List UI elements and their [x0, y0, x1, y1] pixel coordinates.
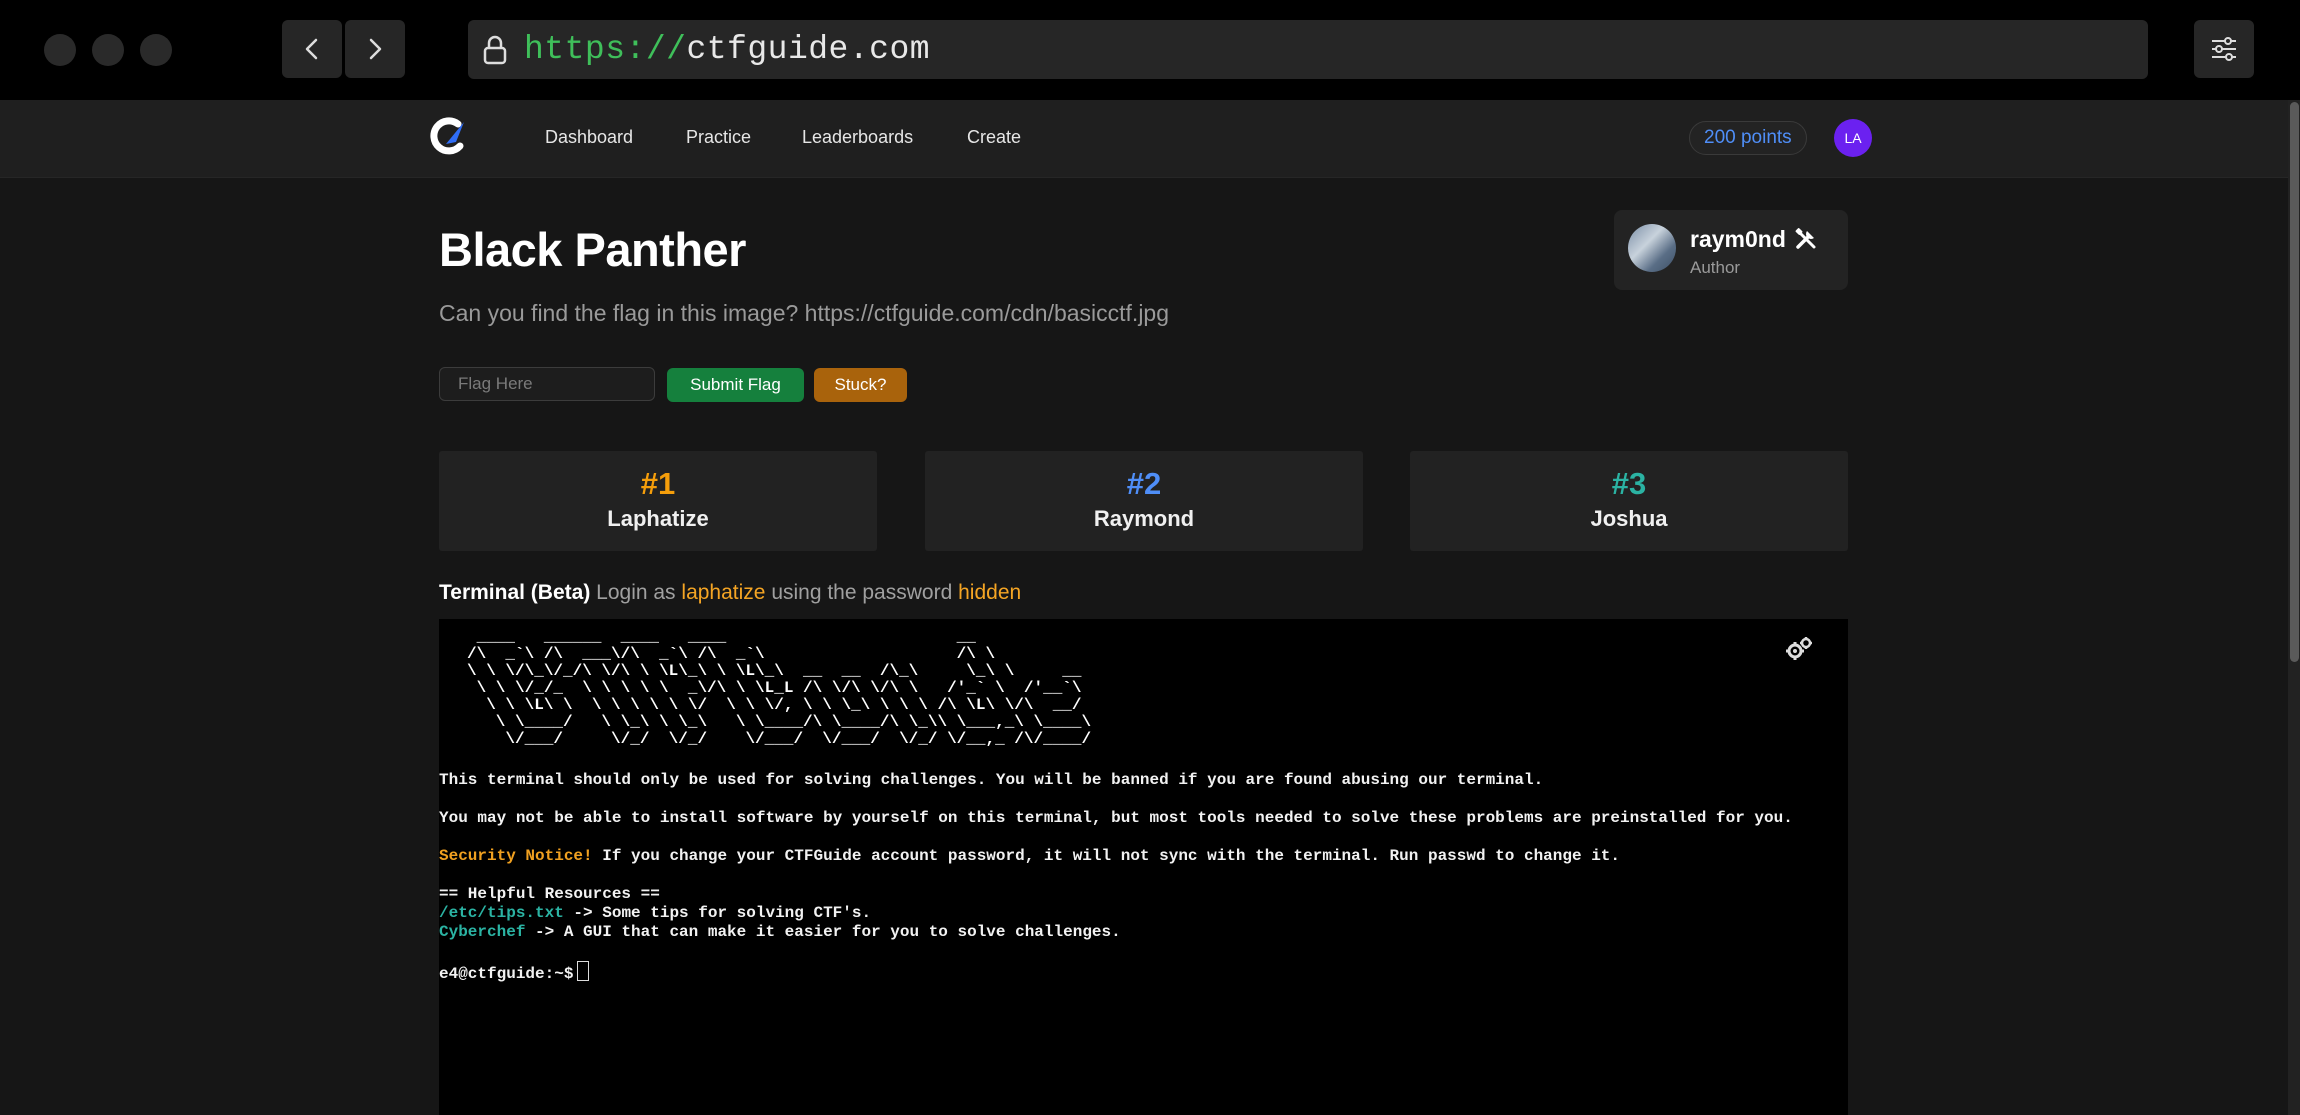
chevron-right-icon — [369, 38, 382, 60]
window-minimize-dot[interactable] — [92, 34, 124, 66]
challenge-description: Can you find the flag in this image? htt… — [439, 300, 1170, 326]
using-password-text: using the password — [771, 581, 953, 604]
terminal-username: laphatize — [681, 581, 766, 604]
rank-name: Laphatize — [607, 506, 709, 531]
terminal-cursor — [577, 961, 590, 981]
nav-leaderboards[interactable]: Leaderboards — [802, 127, 913, 148]
scrollbar-thumb[interactable] — [2290, 102, 2299, 662]
browser-settings-button[interactable] — [2194, 20, 2254, 78]
flag-input[interactable] — [439, 367, 655, 401]
cyberchef-link[interactable]: Cyberchef — [439, 923, 525, 941]
security-text: If you change your CTFGuide account pass… — [592, 847, 1620, 865]
challenge-title: Black Panther — [439, 223, 746, 276]
tips-link[interactable]: /etc/tips.txt — [439, 904, 564, 922]
terminal-label: Terminal (Beta) — [439, 581, 591, 604]
rank-number: #2 — [1126, 466, 1162, 501]
address-bar[interactable]: https://ctfguide.com — [468, 20, 2148, 79]
rank-name: Raymond — [1093, 506, 1195, 531]
window-close-dot[interactable] — [44, 34, 76, 66]
rank-name: Joshua — [1590, 506, 1668, 531]
rank-number: #3 — [1611, 466, 1647, 501]
sliders-icon — [2212, 37, 2236, 61]
window-maximize-dot[interactable] — [140, 34, 172, 66]
terminal-security-notice: Security Notice! If you change your CTFG… — [439, 847, 1620, 865]
lock-icon — [483, 35, 507, 64]
url-protocol: https:// — [524, 31, 687, 68]
browser-chrome: https://ctfguide.com — [0, 0, 2300, 100]
stuck-button[interactable]: Stuck? — [814, 368, 907, 402]
ctfguide-logo[interactable] — [428, 114, 468, 158]
leaderboard-card-2: #2 Raymond — [925, 451, 1363, 551]
site-header: Dashboard Practice Leaderboards Create 2… — [0, 100, 2288, 178]
author-name: raym0nd — [1690, 226, 1786, 252]
author-avatar — [1628, 224, 1676, 272]
resource-cyberchef: Cyberchef -> A GUI that can make it easi… — [439, 923, 1121, 941]
submit-flag-button[interactable]: Submit Flag — [667, 368, 804, 402]
terminal-prompt: e4@ctfguide:~$ — [439, 965, 574, 983]
resources-heading: == Helpful Resources == — [439, 885, 660, 903]
author-role: Author — [1690, 258, 1741, 277]
terminal-prompt-line[interactable]: e4@ctfguide:~$ — [439, 961, 590, 983]
url-text: https://ctfguide.com — [524, 31, 930, 68]
ascii-art-banner: ____ ______ ____ ____ __ /\ _`\ /\ ___\/… — [467, 628, 1092, 748]
back-button[interactable] — [282, 20, 342, 78]
terminal-warning-2: You may not be able to install software … — [439, 809, 1793, 827]
rank-number: #1 — [640, 466, 676, 501]
login-as-text: Login as — [596, 581, 676, 604]
points-badge[interactable]: 200 points — [1689, 121, 1807, 155]
forward-button[interactable] — [345, 20, 405, 78]
author-card[interactable]: raym0nd Author — [1614, 210, 1848, 290]
terminal-warning-1: This terminal should only be used for so… — [439, 771, 1544, 789]
terminal[interactable]: ____ ______ ____ ____ __ /\ _`\ /\ ___\/… — [439, 619, 1848, 1115]
cyberchef-desc: -> A GUI that can make it easier for you… — [525, 923, 1121, 941]
nav-create[interactable]: Create — [967, 127, 1021, 148]
tips-desc: -> Some tips for solving CTF's. — [563, 904, 872, 922]
leaderboard-card-1: #1 Laphatize — [439, 451, 877, 551]
user-avatar[interactable]: LA — [1834, 119, 1872, 157]
terminal-password: hidden — [958, 581, 1022, 604]
resource-tips: /etc/tips.txt -> Some tips for solving C… — [439, 904, 871, 922]
nav-practice[interactable]: Practice — [686, 127, 751, 148]
tools-icon — [1795, 228, 1816, 249]
security-label: Security Notice! — [439, 847, 593, 865]
leaderboard-card-3: #3 Joshua — [1410, 451, 1848, 551]
chevron-left-icon — [305, 38, 318, 60]
gears-icon[interactable] — [1785, 637, 1813, 661]
url-host: ctfguide.com — [686, 31, 931, 68]
nav-dashboard[interactable]: Dashboard — [545, 127, 633, 148]
terminal-info: Terminal (Beta) Login as laphatize using… — [439, 581, 1021, 605]
